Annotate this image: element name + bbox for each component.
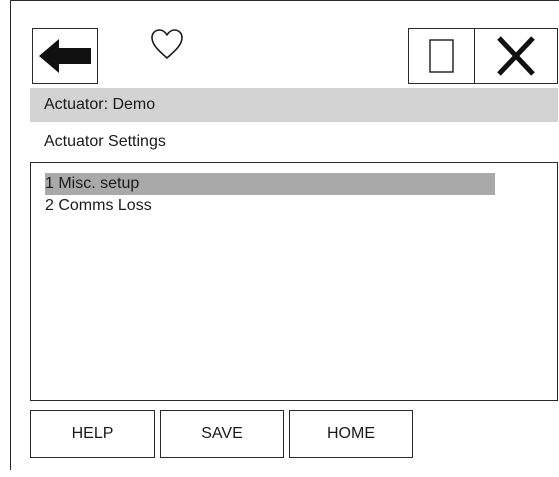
save-button[interactable]: SAVE [160,410,284,458]
close-button[interactable] [474,28,558,84]
list-item-misc-setup[interactable]: 1 Misc. setup [45,173,495,195]
page-title: Actuator Settings [44,133,166,150]
actuator-title: Actuator: Demo [44,96,156,113]
home-button[interactable]: HOME [289,410,413,458]
close-icon [497,36,535,76]
rectangle-icon [429,39,454,73]
back-button[interactable] [32,28,98,84]
settings-list[interactable]: 1 Misc. setup 2 Comms Loss [30,162,558,401]
actuator-title-bar: Actuator: Demo [30,88,558,122]
arrow-left-icon [39,39,91,73]
heart-icon[interactable] [147,24,187,64]
window-button[interactable] [408,28,475,84]
list-item-label: 1 Misc. setup [45,175,140,192]
list-item-label: 2 Comms Loss [45,197,152,214]
help-button[interactable]: HELP [30,410,155,458]
list-item-comms-loss[interactable]: 2 Comms Loss [45,195,152,217]
